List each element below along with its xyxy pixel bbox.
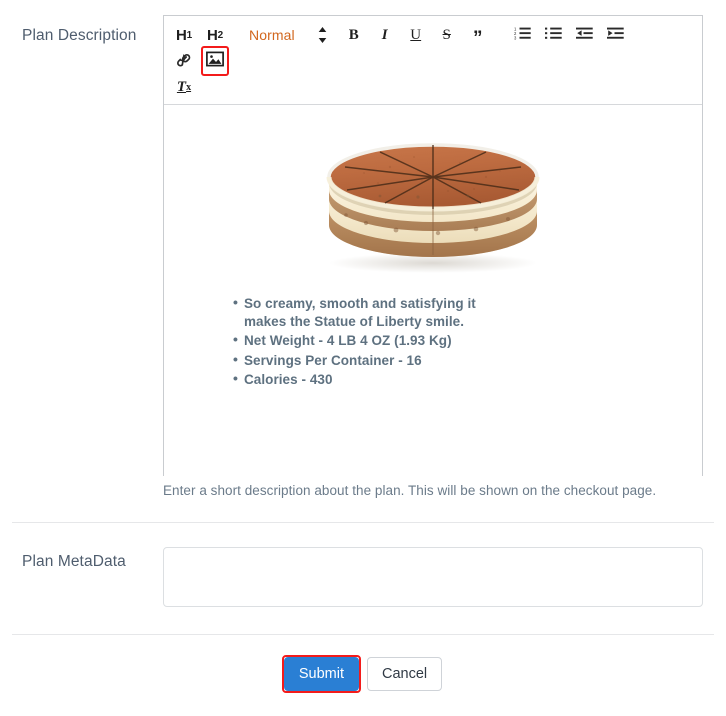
heading2-letter: H — [206, 26, 218, 44]
ordered-list-icon: 1 2 3 — [514, 26, 531, 44]
toolbar-spacer — [535, 22, 542, 48]
toolbar-spacer — [328, 22, 342, 48]
outdent-button[interactable] — [573, 22, 597, 48]
toolbar-spacer — [196, 22, 203, 48]
toolbar-spacer — [196, 48, 203, 74]
toolbar-spacer — [628, 22, 642, 48]
heading2-button[interactable]: H2 — [203, 22, 227, 48]
clear-format-sub: x — [186, 81, 192, 93]
image-button[interactable] — [201, 46, 229, 76]
link-button[interactable] — [172, 48, 196, 74]
rich-text-editor[interactable]: H1 H2 Normal B I U S ” 1 2 3 T x • So cr… — [163, 15, 703, 501]
indent-icon — [607, 26, 624, 44]
submit-highlight-frame: Submit — [281, 655, 362, 693]
italic-button[interactable]: I — [373, 22, 397, 48]
plan-metadata-input[interactable] — [163, 547, 703, 607]
toolbar-spacer — [397, 22, 404, 48]
stepper-icon[interactable] — [317, 26, 328, 44]
toolbar-spacer — [459, 22, 466, 48]
plan-metadata-label: Plan MetaData — [22, 553, 126, 570]
submit-button[interactable]: Submit — [283, 657, 359, 691]
clear-formatting-button[interactable]: Tx — [172, 74, 196, 100]
heading1-letter: H — [175, 26, 187, 44]
description-bullet-list: So creamy, smooth and satisfying it make… — [182, 294, 684, 389]
heading1-digit: 1 — [186, 29, 193, 41]
image-icon — [206, 51, 224, 71]
ordered-list-button[interactable]: 1 2 3 — [511, 22, 535, 48]
list-item: So creamy, smooth and satisfying it make… — [233, 294, 504, 330]
plan-description-label: Plan Description — [22, 27, 137, 44]
form-actions: Submit Cancel — [0, 655, 726, 693]
bullet-list-icon — [545, 26, 562, 44]
block-format-picker[interactable]: Normal — [249, 22, 328, 48]
plan-description-help-text: Enter a short description about the plan… — [163, 483, 657, 498]
indent-button[interactable] — [604, 22, 628, 48]
plan-form-page: Plan Description H1 H2 Normal B I U S ” … — [0, 0, 726, 716]
toolbar-spacer — [670, 22, 684, 48]
cake-image-wrapper — [182, 133, 684, 275]
cancel-button[interactable]: Cancel — [367, 657, 443, 691]
link-icon — [176, 52, 193, 71]
editor-content-area[interactable]: So creamy, smooth and satisfying it make… — [164, 105, 702, 501]
tiramisu-cake-image — [326, 143, 540, 273]
toolbar-spacer — [566, 22, 573, 48]
bullet-list-button[interactable] — [542, 22, 566, 48]
toolbar-spacer — [597, 22, 604, 48]
actions-divider — [12, 634, 714, 635]
clear-format-letter: T — [176, 78, 187, 95]
toolbar-spacer — [656, 22, 670, 48]
toolbar-spacer — [366, 22, 373, 48]
blockquote-button[interactable]: ” — [466, 22, 490, 48]
toolbar-spacer — [490, 22, 504, 48]
editor-toolbar: H1 H2 Normal B I U S ” 1 2 3 T x — [164, 16, 702, 105]
bold-button[interactable]: B — [342, 22, 366, 48]
section-divider — [12, 522, 714, 523]
toolbar-spacer — [642, 22, 656, 48]
toolbar-spacer — [504, 22, 511, 48]
strikethrough-button[interactable]: S — [435, 22, 459, 48]
toolbar-spacer — [428, 22, 435, 48]
outdent-icon — [576, 26, 593, 44]
heading1-button[interactable]: H1 — [172, 22, 196, 48]
underline-button[interactable]: U — [404, 22, 428, 48]
list-item: Servings Per Container - 16 — [233, 351, 504, 370]
block-format-value: Normal — [249, 27, 295, 43]
list-item: Calories - 430 — [233, 370, 504, 389]
list-item: Net Weight - 4 LB 4 OZ (1.93 Kg) — [233, 331, 504, 350]
heading2-digit: 2 — [217, 29, 224, 41]
svg-text:3: 3 — [514, 36, 517, 40]
